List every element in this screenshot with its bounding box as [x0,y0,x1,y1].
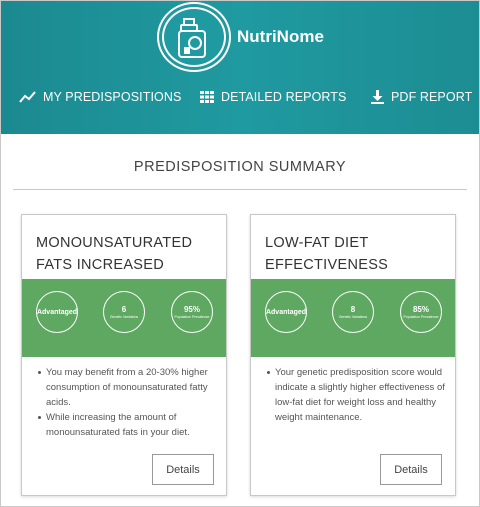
card-title: LOW-FAT DIET EFFECTIVENESS [265,232,445,276]
nav-label: PDF REPORT [391,90,473,104]
variants-label: Genetic Variations [109,315,139,319]
card-title-line: LOW-FAT DIET [265,235,369,251]
logo[interactable] [162,7,226,67]
details-button[interactable]: Details [380,454,442,485]
card-title-line: EFFECTIVENESS [265,257,389,273]
nav-pdf-report[interactable]: PDF REPORT [371,88,472,106]
predisposition-card: LOW-FAT DIET EFFECTIVENESS Advantaged 8 … [250,214,456,496]
status-text: Advantaged [36,308,78,316]
card-title-line: FATS INCREASED [36,257,165,273]
jar-icon [178,18,206,58]
nav-label: MY PREDISPOSITIONS [43,90,182,104]
status-text: Advantaged [265,308,307,316]
download-icon [371,90,384,104]
grid-icon [200,91,214,103]
card-bullets: Your genetic predisposition score would … [265,365,451,425]
bullet-item: You may benefit from a 20-30% higher con… [36,365,222,410]
population-circle: 95% Population Prevalence [171,291,213,333]
variants-label: Genetic Variations [338,315,368,319]
status-circle: Advantaged [265,291,307,333]
population-label: Population Prevalence [403,315,439,319]
brand-name: NutriNome [237,27,324,46]
app-header: NutriNome MY PREDISPOSITIONS DETAILED RE… [1,1,479,134]
status-circle: Advantaged [36,291,78,333]
stats-band: Advantaged 6 Genetic Variations 95% Popu… [22,279,226,357]
stats-band: Advantaged 8 Genetic Variations 85% Popu… [251,279,455,357]
population-circle: 85% Population Prevalence [400,291,442,333]
bullet-item: Your genetic predisposition score would … [265,365,451,425]
nav-label: DETAILED REPORTS [221,90,347,104]
variants-value: 8 [350,305,356,314]
population-label: Population Prevalence [174,315,210,319]
trend-line-icon [19,91,36,103]
variants-value: 6 [121,305,127,314]
population-value: 95% [183,305,200,314]
population-value: 85% [412,305,429,314]
variants-circle: 8 Genetic Variations [332,291,374,333]
details-button[interactable]: Details [152,454,214,485]
card-title-line: MONOUNSATURATED [36,235,193,251]
variants-circle: 6 Genetic Variations [103,291,145,333]
nav-my-predispositions[interactable]: MY PREDISPOSITIONS [19,88,181,106]
card-bullets: You may benefit from a 20-30% higher con… [36,365,222,440]
nav-detailed-reports[interactable]: DETAILED REPORTS [200,88,346,106]
predisposition-card: MONOUNSATURATED FATS INCREASED Advantage… [21,214,227,496]
divider [13,189,467,190]
section-title: PREDISPOSITION SUMMARY [133,159,347,175]
bullet-item: While increasing the amount of monounsat… [36,410,222,440]
card-title: MONOUNSATURATED FATS INCREASED [36,232,216,276]
